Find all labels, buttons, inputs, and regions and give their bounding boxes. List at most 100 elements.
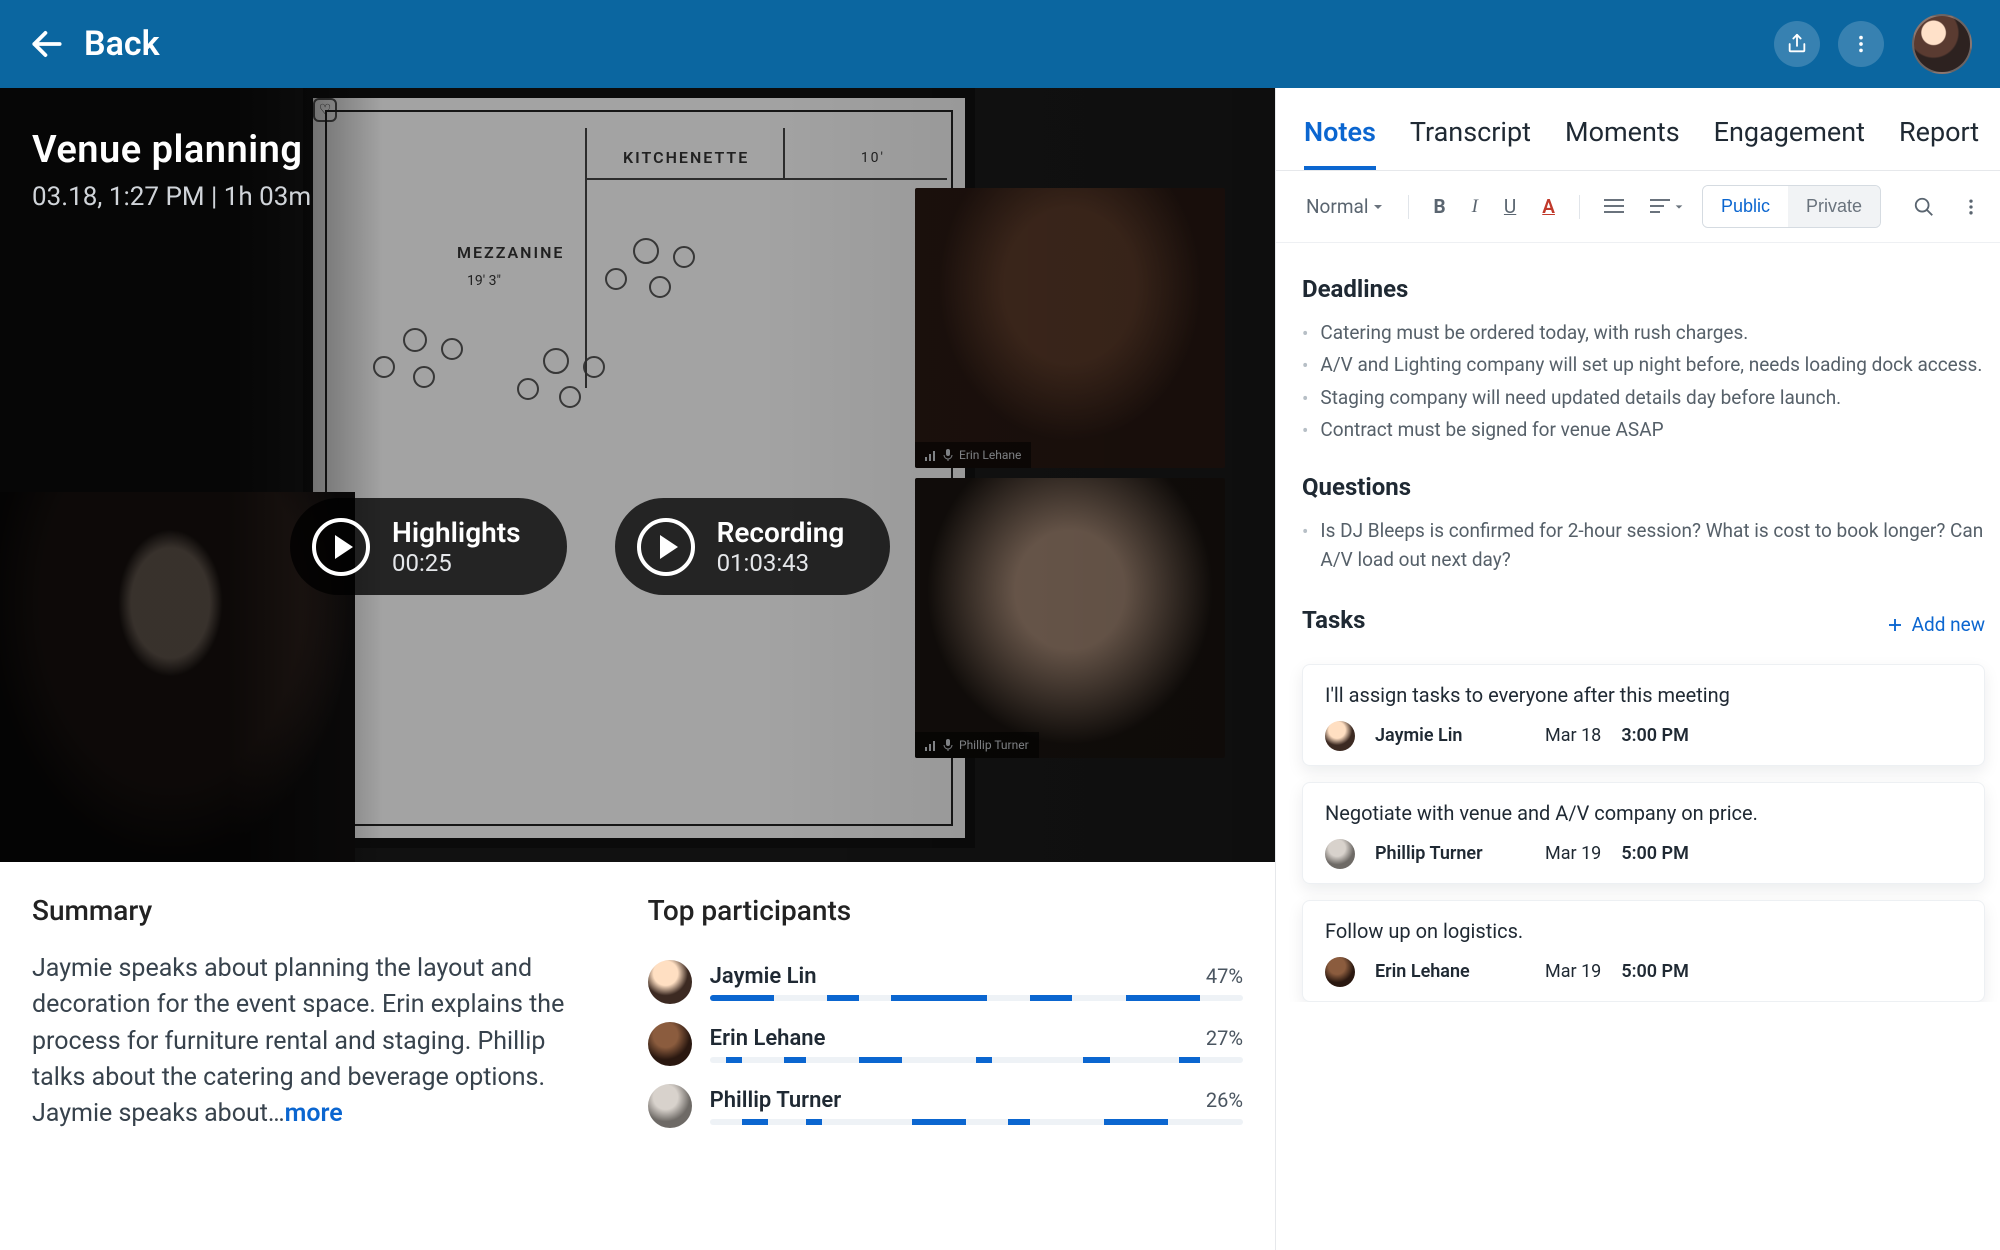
search-notes-button[interactable]	[1905, 190, 1943, 224]
add-task-button[interactable]: Add new	[1886, 613, 1985, 636]
task-card[interactable]: Negotiate with venue and A/V company on …	[1302, 782, 1985, 884]
topbar: Back	[0, 0, 2000, 88]
floorplan-dim-top: 10'	[861, 150, 885, 166]
floorplan-label-mezzanine: MEZZANINE	[457, 243, 564, 262]
signal-icon	[925, 449, 937, 461]
share-button[interactable]	[1774, 21, 1820, 67]
overflow-button[interactable]	[1838, 21, 1884, 67]
notes-tasks-heading: Tasks	[1302, 606, 1365, 634]
italic-button[interactable]: I	[1464, 190, 1486, 224]
shared-content-floorplan: ♡ MEZZANINE 19' 3" KITCHENETTE 10'	[303, 88, 975, 848]
questions-list: Is DJ Bleeps is confirmed for 2-hour ses…	[1302, 515, 1985, 576]
heart-icon: ♡	[313, 98, 337, 122]
participant-name: Jaymie Lin	[710, 964, 817, 989]
floorplan-label-kitchenette: KITCHENETTE	[623, 148, 749, 167]
bold-button[interactable]: B	[1425, 189, 1453, 224]
deadline-item: Staging company will need updated detail…	[1320, 383, 1841, 413]
play-highlights-button[interactable]: Highlights 00:25	[290, 498, 567, 595]
tab-transcript[interactable]: Transcript	[1410, 116, 1531, 170]
participant-tile-2: Phillip Turner	[915, 478, 1225, 758]
meeting-subtitle: 03.18, 1:27 PM | 1h 03m	[32, 182, 311, 212]
participant-row: Phillip Turner 26%	[648, 1075, 1243, 1137]
participant-row: Erin Lehane 27%	[648, 1013, 1243, 1075]
meeting-title: Venue planning	[32, 128, 302, 172]
participant-2-name: Phillip Turner	[959, 738, 1029, 752]
bullet-list-button[interactable]	[1596, 193, 1632, 221]
deadline-item: A/V and Lighting company will set up nig…	[1320, 350, 1982, 380]
meeting-hero: ♡ MEZZANINE 19' 3" KITCHENETTE 10'	[0, 88, 1275, 862]
avatar	[1325, 957, 1355, 987]
notes-overflow-button[interactable]	[1953, 191, 1989, 223]
task-title: Follow up on logistics.	[1325, 919, 1962, 943]
back-button[interactable]: Back	[28, 24, 160, 64]
task-time: 3:00 PM	[1621, 725, 1689, 746]
visibility-toggle: Public Private	[1702, 185, 1881, 228]
format-dropdown[interactable]: Normal	[1298, 189, 1392, 224]
deadline-item: Catering must be ordered today, with rus…	[1320, 318, 1748, 348]
kebab-icon	[1850, 33, 1872, 55]
editor-toolbar: Normal B I U A Public Private	[1276, 171, 2000, 243]
task-time: 5:00 PM	[1621, 961, 1689, 982]
play-recording-button[interactable]: Recording 01:03:43	[615, 498, 891, 595]
recording-duration: 01:03:43	[717, 549, 845, 577]
tab-moments[interactable]: Moments	[1565, 116, 1680, 170]
back-label: Back	[84, 24, 160, 64]
talk-time-bar	[710, 995, 1243, 1001]
talk-time-bar	[710, 1119, 1243, 1125]
align-button[interactable]	[1642, 193, 1692, 221]
share-icon	[1786, 33, 1808, 55]
notes-deadlines-heading: Deadlines	[1302, 275, 1985, 303]
recording-label: Recording	[717, 516, 845, 549]
question-item: Is DJ Bleeps is confirmed for 2-hour ses…	[1320, 516, 1985, 575]
task-time: 5:00 PM	[1621, 843, 1689, 864]
user-avatar[interactable]	[1912, 14, 1972, 74]
arrow-left-icon	[28, 25, 66, 63]
summary-heading: Summary	[32, 894, 588, 927]
play-icon	[637, 518, 695, 576]
task-assignee: Jaymie Lin	[1375, 725, 1525, 746]
task-card[interactable]: I'll assign tasks to everyone after this…	[1302, 664, 1985, 766]
text-color-button[interactable]: A	[1534, 189, 1563, 224]
tab-notes[interactable]: Notes	[1304, 116, 1376, 170]
floorplan-dim-mezz: 19' 3"	[467, 273, 501, 289]
deadline-item: Contract must be signed for venue ASAP	[1320, 415, 1663, 445]
mic-icon	[943, 739, 953, 751]
task-date: Mar 18	[1545, 725, 1601, 746]
underline-button[interactable]: U	[1496, 189, 1524, 224]
chevron-down-icon	[1372, 201, 1384, 213]
task-assignee: Erin Lehane	[1375, 961, 1525, 982]
kebab-icon	[1961, 197, 1981, 217]
summary-more-link[interactable]: more	[285, 1099, 343, 1128]
visibility-private[interactable]: Private	[1788, 186, 1880, 227]
task-card[interactable]: Follow up on logistics. Erin Lehane Mar …	[1302, 900, 1985, 1002]
tab-engagement[interactable]: Engagement	[1714, 116, 1865, 170]
participants-heading: Top participants	[648, 894, 1243, 927]
avatar	[1325, 721, 1355, 751]
highlights-label: Highlights	[392, 516, 521, 549]
tab-report[interactable]: Report	[1899, 116, 1979, 170]
play-icon	[312, 518, 370, 576]
participant-percent: 26%	[1206, 1088, 1243, 1113]
participant-row: Jaymie Lin 47%	[648, 951, 1243, 1013]
avatar	[648, 1022, 692, 1066]
highlights-duration: 00:25	[392, 549, 521, 577]
notes-questions-heading: Questions	[1302, 473, 1985, 501]
task-title: I'll assign tasks to everyone after this…	[1325, 683, 1962, 707]
participant-name: Phillip Turner	[710, 1088, 841, 1113]
participant-name: Erin Lehane	[710, 1026, 826, 1051]
task-date: Mar 19	[1545, 961, 1601, 982]
avatar	[648, 1084, 692, 1128]
signal-icon	[925, 739, 937, 751]
deadlines-list: Catering must be ordered today, with rus…	[1302, 317, 1985, 447]
visibility-public[interactable]: Public	[1703, 186, 1788, 227]
summary-text: Jaymie speaks about planning the layout …	[32, 951, 588, 1132]
participant-percent: 27%	[1206, 1026, 1243, 1051]
task-date: Mar 19	[1545, 843, 1601, 864]
task-title: Negotiate with venue and A/V company on …	[1325, 801, 1962, 825]
task-assignee: Phillip Turner	[1375, 843, 1525, 864]
avatar	[648, 960, 692, 1004]
participant-1-name: Erin Lehane	[959, 448, 1021, 462]
participant-percent: 47%	[1206, 964, 1243, 989]
chevron-down-icon	[1674, 202, 1684, 212]
participant-tile-1: Erin Lehane	[915, 188, 1225, 468]
